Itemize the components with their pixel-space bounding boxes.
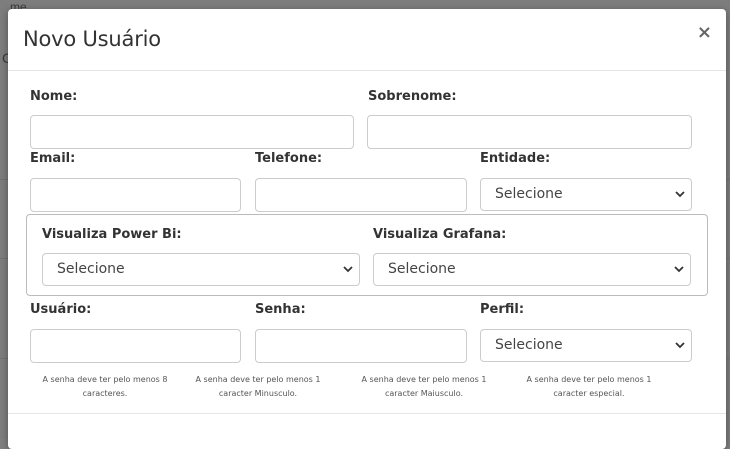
sobrenome-label: Sobrenome: — [368, 89, 457, 104]
new-user-modal: Novo Usuário × Nome: Sobrenome: Email: T… — [8, 9, 726, 449]
email-input[interactable] — [30, 178, 241, 212]
chevron-down-icon — [675, 191, 685, 198]
password-hint: A senha deve ter pelo menos 1 caracter M… — [195, 375, 321, 398]
senha-label: Senha: — [255, 302, 306, 317]
password-hint: A senha deve ter pelo menos 1 caracter e… — [526, 375, 652, 398]
powerbi-select[interactable]: Selecione — [42, 253, 360, 286]
nome-label: Nome: — [30, 89, 78, 104]
sobrenome-input[interactable] — [367, 115, 692, 149]
email-label: Email: — [30, 151, 76, 166]
telefone-label: Telefone: — [255, 151, 323, 166]
usuario-input[interactable] — [30, 329, 241, 363]
modal-footer-divider — [8, 413, 726, 414]
close-icon[interactable]: × — [697, 24, 712, 42]
perfil-select[interactable]: Selecione — [480, 329, 692, 362]
nome-input[interactable] — [30, 115, 354, 149]
chevron-down-icon — [343, 266, 353, 273]
perfil-select-value: Selecione — [495, 337, 563, 353]
grafana-label: Visualiza Grafana: — [373, 227, 507, 242]
grafana-select-value: Selecione — [388, 261, 456, 277]
entidade-label: Entidade: — [480, 151, 551, 166]
password-hint: A senha deve ter pelo menos 1 caracter M… — [361, 375, 487, 398]
modal-title: Novo Usuário — [23, 27, 161, 51]
modal-header: Novo Usuário × — [8, 9, 726, 71]
usuario-label: Usuário: — [30, 302, 92, 317]
powerbi-label: Visualiza Power Bi: — [42, 227, 182, 242]
chevron-down-icon — [674, 266, 684, 273]
senha-input[interactable] — [255, 329, 467, 363]
telefone-input[interactable] — [255, 178, 467, 212]
entidade-select-value: Selecione — [495, 186, 563, 202]
perfil-label: Perfil: — [480, 302, 525, 317]
chevron-down-icon — [675, 342, 685, 349]
password-hint: A senha deve ter pelo menos 8 caracteres… — [42, 375, 168, 398]
grafana-select[interactable]: Selecione — [373, 253, 691, 286]
entidade-select[interactable]: Selecione — [480, 178, 692, 211]
powerbi-select-value: Selecione — [57, 261, 125, 277]
